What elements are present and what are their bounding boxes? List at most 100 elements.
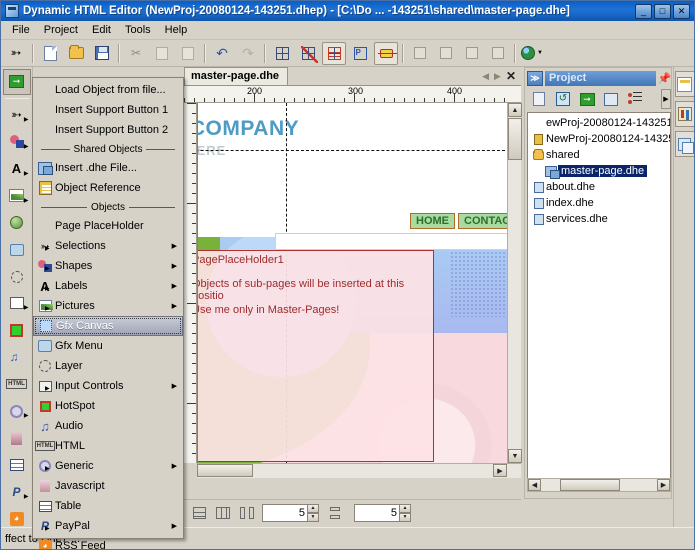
table-tool[interactable] — [3, 452, 31, 478]
input-controls-tool[interactable]: ▶ — [3, 291, 31, 317]
menu-item-gfx-menu[interactable]: Gfx Menu — [33, 336, 183, 356]
menu-item-html[interactable]: HTML HTML — [33, 436, 183, 456]
select-arrow-tool[interactable]: ➳ — [4, 42, 28, 65]
tree-row-about[interactable]: about.dhe — [529, 179, 670, 195]
scroll-left-button[interactable]: ◀ — [528, 479, 541, 491]
tab-master-page[interactable]: master-page.dhe — [184, 67, 288, 85]
menu-item-page-placeholder[interactable]: Page PlaceHolder — [33, 216, 183, 236]
tree-row-root[interactable]: ewProj-20080124-143251 — [529, 115, 670, 131]
canvas-horizontal-scrollbar[interactable]: ▶ — [197, 463, 521, 478]
panel-expand-button[interactable]: ≫ — [527, 71, 543, 86]
object-center-button[interactable] — [374, 42, 398, 65]
minimize-button[interactable]: _ — [635, 4, 652, 19]
layer-tool[interactable] — [3, 264, 31, 290]
project-pages-button[interactable] — [601, 89, 621, 109]
horizontal-spacing-input[interactable]: 5 ▲ ▼ — [262, 504, 308, 522]
menu-item-object-reference[interactable]: Object Reference — [33, 178, 183, 198]
scroll-up-button[interactable]: ▲ — [508, 103, 522, 117]
menu-project[interactable]: Project — [37, 22, 85, 38]
menu-item-insert-dhe-file[interactable]: Insert .dhe File... — [33, 158, 183, 178]
page-properties-button[interactable]: P — [348, 42, 372, 65]
spinner-buttons[interactable]: ▲ ▼ — [307, 504, 319, 522]
redo-button[interactable]: ↷ — [236, 42, 260, 65]
tree-row-index[interactable]: index.dhe — [529, 195, 670, 211]
labels-tool[interactable]: A ▶ — [3, 156, 31, 182]
clipboard-panel-tab[interactable] — [675, 131, 695, 157]
menu-item-selections[interactable]: ➳ ▶ Selections ▶ — [33, 236, 183, 256]
javascript-tool[interactable] — [3, 425, 31, 451]
spin-down-button[interactable]: ▼ — [307, 513, 319, 522]
scroll-thumb[interactable] — [508, 118, 522, 160]
save-file-button[interactable] — [90, 42, 114, 65]
menu-help[interactable]: Help — [158, 22, 195, 38]
paypal-tool[interactable]: P ▶ — [3, 479, 31, 505]
menu-item-insert-support-button-2[interactable]: Insert Support Button 2 — [33, 120, 183, 140]
scroll-thumb[interactable] — [560, 479, 620, 491]
align-middle-button[interactable] — [324, 503, 346, 524]
refresh-project-button[interactable]: ↺ — [553, 89, 573, 109]
send-backward-button[interactable] — [486, 42, 510, 65]
tree-row-master-page[interactable]: master-page.dhe — [529, 163, 670, 179]
menu-item-javascript[interactable]: Javascript — [33, 476, 183, 496]
sort-project-button[interactable] — [625, 89, 645, 109]
project-panel-scrollbar[interactable]: ◀ ▶ — [527, 478, 671, 492]
menu-item-gfx-canvas[interactable]: Gfx Canvas — [33, 316, 183, 336]
open-file-button[interactable] — [64, 42, 88, 65]
tab-prev-button[interactable]: ◀ — [482, 71, 489, 82]
menu-item-rss-feed[interactable]: ◕ RSS Feed — [33, 536, 183, 550]
nav-home[interactable]: HOME — [410, 213, 455, 229]
copy-button[interactable] — [150, 42, 174, 65]
menu-item-input-controls[interactable]: ▶ Input Controls ▶ — [33, 376, 183, 396]
generic-tool[interactable]: ▶ — [3, 398, 31, 424]
align-rows-button[interactable] — [188, 503, 210, 524]
menu-item-audio[interactable]: ♫ Audio — [33, 416, 183, 436]
design-canvas-viewport[interactable]: INESS COMPANY SLOGAN HERE HOME CONTACT H… — [197, 103, 521, 463]
new-project-item-button[interactable] — [529, 89, 549, 109]
menu-tools[interactable]: Tools — [118, 22, 158, 38]
undo-button[interactable]: ↶ — [210, 42, 234, 65]
project-more-button[interactable]: ▶ — [661, 89, 671, 109]
canvas-vertical-scrollbar[interactable]: ▲ ▼ — [507, 103, 521, 463]
design-canvas[interactable]: INESS COMPANY SLOGAN HERE HOME CONTACT H… — [197, 103, 510, 463]
menu-item-load-object[interactable]: Load Object from file... — [33, 80, 183, 100]
spinner-buttons[interactable]: ▲ ▼ — [399, 504, 411, 522]
library-panel-tab[interactable] — [675, 101, 695, 127]
spin-down-button[interactable]: ▼ — [399, 513, 411, 522]
spin-up-button[interactable]: ▲ — [399, 504, 411, 513]
hotspot-tool[interactable] — [3, 317, 31, 343]
insert-object-popup-menu[interactable]: Load Object from file... Insert Support … — [32, 77, 184, 539]
menu-item-insert-support-button-1[interactable]: Insert Support Button 1 — [33, 100, 183, 120]
snap-to-grid-button[interactable] — [296, 42, 320, 65]
properties-panel-tab[interactable] — [675, 71, 695, 97]
bring-forward-button[interactable] — [460, 42, 484, 65]
tab-next-button[interactable]: ▶ — [494, 71, 501, 82]
spin-up-button[interactable]: ▲ — [307, 504, 319, 513]
gfx-menu-tool[interactable] — [3, 237, 31, 263]
publish-project-button[interactable]: ➞ — [577, 89, 597, 109]
scroll-thumb[interactable] — [197, 464, 253, 477]
html-tool[interactable]: HTML — [3, 371, 31, 397]
new-file-button[interactable] — [38, 42, 62, 65]
insert-object-button[interactable]: ➞ — [3, 69, 31, 95]
menu-item-labels[interactable]: A ▶ Labels ▶ — [33, 276, 183, 296]
menu-item-pictures[interactable]: ▶ Pictures ▶ — [33, 296, 183, 316]
menu-item-layer[interactable]: Layer — [33, 356, 183, 376]
tree-row-project[interactable]: NewProj-20080124-14325 — [529, 131, 670, 147]
menu-file[interactable]: File — [5, 22, 37, 38]
gfx-canvas-tool[interactable] — [3, 210, 31, 236]
grid-lines-button[interactable] — [322, 42, 346, 65]
tree-row-services[interactable]: services.dhe — [529, 211, 670, 227]
distribute-pairs-button[interactable] — [236, 503, 258, 524]
scroll-right-button[interactable]: ▶ — [493, 464, 507, 477]
tab-close-button[interactable]: ✕ — [506, 69, 516, 83]
bring-to-front-button[interactable] — [408, 42, 432, 65]
show-grid-button[interactable] — [270, 42, 294, 65]
audio-tool[interactable]: ♫ — [3, 344, 31, 370]
close-button[interactable]: ✕ — [673, 4, 690, 19]
scroll-down-button[interactable]: ▼ — [508, 449, 522, 463]
preview-browser-button[interactable]: ▼ — [520, 42, 544, 65]
menu-item-paypal[interactable]: P ▶ PayPal ▶ — [33, 516, 183, 536]
page-placeholder-object[interactable]: PagePlaceHolder1 Objects of sub-pages wi… — [197, 250, 434, 462]
shapes-tool[interactable]: ▶ — [3, 129, 31, 155]
menu-item-hotspot[interactable]: HotSpot — [33, 396, 183, 416]
